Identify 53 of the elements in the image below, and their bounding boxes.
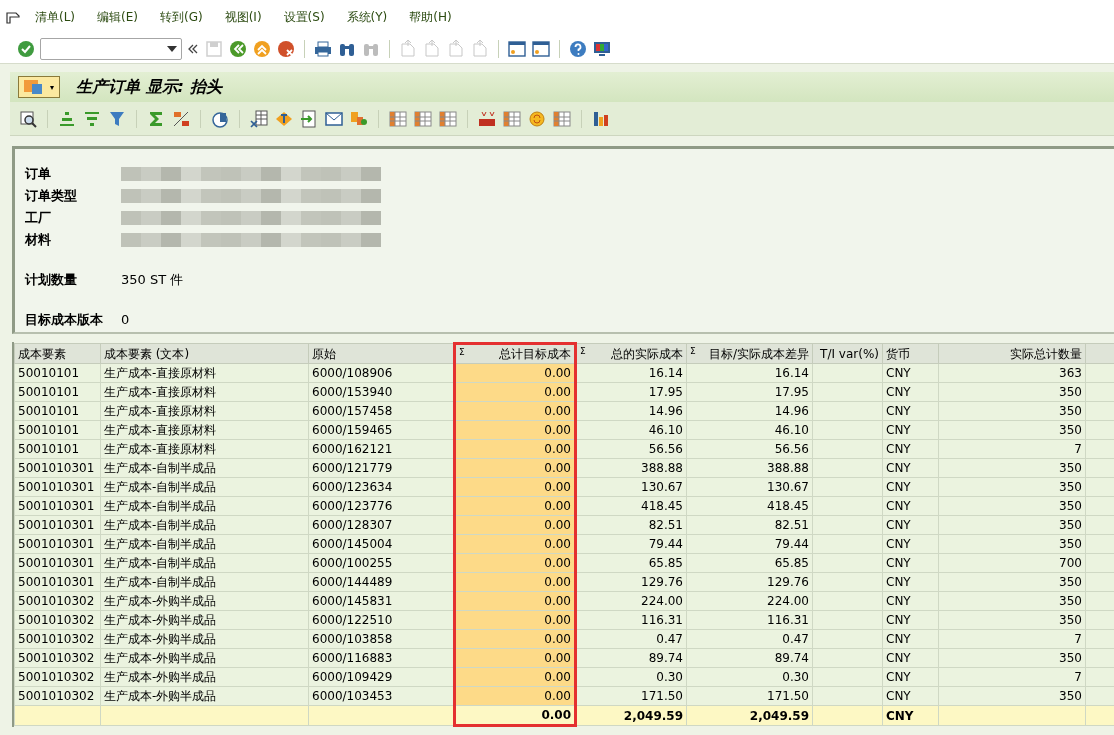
column-title: 总计目标成本 [499,347,571,361]
field-label: 计划数量 [25,271,78,290]
column-header[interactable]: 成本要素 (文本) [100,343,309,364]
send-icon[interactable] [299,108,319,129]
menu-item[interactable]: 系统(Y) [335,8,399,26]
grid-icon[interactable] [438,108,458,129]
total-cell: 0.00 [454,705,576,726]
spreadsheet-icon[interactable] [249,108,269,129]
menu-item[interactable]: 编辑(E) [86,8,149,26]
field-label: 订单类型 [25,187,78,206]
exit-icon[interactable] [252,38,272,59]
column-header[interactable]: T/I var(%) [812,343,883,364]
column-header[interactable]: 实际总计数量 [938,343,1086,364]
menu-item[interactable]: 设置(S) [272,8,336,26]
column-header[interactable]: Σ 总计目标成本 [454,343,576,364]
grid-icon[interactable] [413,108,433,129]
document-icon [22,78,56,96]
sum-icon: Σ [580,345,586,359]
column-header[interactable]: Σ 目标/实际成本差异 [686,343,813,364]
field-value: 350 ST 件 [121,271,184,290]
column-title: 目标/实际成本差异 [708,346,809,361]
coin-icon[interactable] [527,108,547,129]
field-label: 订单 [25,165,52,184]
grid-icon[interactable] [388,108,408,129]
screen-title: 生产订单 显示: 抬头 [76,76,222,98]
grid-icon[interactable] [552,108,572,129]
column-header[interactable]: Σ 总的实际成本 [575,343,687,364]
printer-icon[interactable] [313,38,333,59]
field-label: 工厂 [25,209,52,228]
back-icon[interactable] [228,38,248,59]
field-label: 目标成本版本 [25,311,104,330]
command-field[interactable] [40,37,182,60]
dropdown-caret-icon[interactable] [167,45,177,52]
help-icon[interactable] [568,38,588,59]
grid-icon[interactable] [502,108,522,129]
menu-item[interactable]: 视图(I) [213,8,273,26]
layout-selector-button[interactable] [18,76,60,98]
window-icon[interactable] [507,38,527,59]
sum-icon: Σ [690,345,696,359]
menu-item[interactable]: 转到(G) [149,8,214,26]
check-icon[interactable] [16,38,36,59]
menu-item[interactable]: 帮助(H) [398,8,463,26]
column-header[interactable]: 货币 [882,343,939,364]
sum-icon: Σ [459,346,465,360]
cancel-icon[interactable] [276,38,296,59]
column-header[interactable]: 原始 [308,343,455,364]
column-title: 总的实际成本 [611,346,683,361]
menu-item[interactable]: 清单(L) [24,8,87,26]
field-value: 0 [121,311,130,330]
magnifier-icon[interactable] [18,108,38,129]
window-icon[interactable] [531,38,551,59]
field-label: 材料 [25,231,52,250]
column-header[interactable]: 成本要素 [14,343,101,364]
